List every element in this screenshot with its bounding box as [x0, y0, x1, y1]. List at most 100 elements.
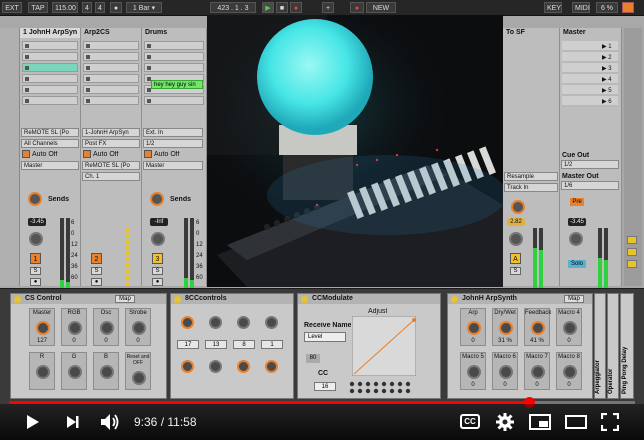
audio-from-select[interactable]: Ext. In	[143, 128, 203, 137]
track-title[interactable]: To SF	[503, 28, 559, 38]
monitor-auto-button[interactable]: Auto Off	[32, 151, 58, 158]
mixer-toggle-button[interactable]	[627, 260, 637, 268]
fullscreen-icon[interactable]	[601, 413, 619, 431]
overdub-button[interactable]: +	[322, 2, 334, 13]
preview-mix-button[interactable]: Pre	[570, 198, 584, 206]
volume-icon[interactable]	[100, 413, 120, 431]
track-title[interactable]: Arp2CS	[81, 28, 141, 38]
song-position-field[interactable]: 423 . 1 . 3	[210, 2, 256, 13]
macro-knob[interactable]	[531, 321, 545, 335]
audio-to-select[interactable]: Master	[21, 161, 79, 170]
automation-arm-button[interactable]: ●	[350, 2, 364, 13]
cue-out-select[interactable]: 1/2	[561, 160, 619, 169]
solo-button[interactable]: S	[91, 267, 102, 275]
ping-pong-delay-device[interactable]: Ping Pong Delay	[620, 293, 634, 399]
solo-button[interactable]: S	[152, 267, 163, 275]
macro-knob[interactable]	[467, 321, 481, 335]
macro-g[interactable]: G	[61, 352, 87, 390]
pan-knob[interactable]	[29, 232, 43, 246]
arm-button[interactable]: ●	[152, 278, 163, 286]
clip-slot[interactable]	[83, 85, 139, 94]
curve-graph[interactable]	[352, 316, 416, 376]
track-activator-button[interactable]: 3	[152, 253, 163, 264]
cc-number-field[interactable]: 17	[177, 340, 199, 349]
cc-knob-a[interactable]	[181, 316, 194, 329]
master-out-select[interactable]: 1/6	[561, 181, 619, 190]
midi-map-button[interactable]: MIDI	[572, 2, 590, 13]
scene-launch-button[interactable]: ▶ 3	[602, 64, 612, 75]
meter-denominator[interactable]: 4	[95, 2, 105, 13]
midi-channel-select[interactable]: All Channels	[21, 139, 79, 148]
volume-value[interactable]: -Inf	[150, 218, 168, 226]
cc-number-field[interactable]: 1	[261, 340, 283, 349]
map-button[interactable]: Map	[115, 295, 135, 303]
master-pan-knob[interactable]	[569, 232, 583, 246]
meter-numerator[interactable]: 4	[82, 2, 92, 13]
audio-from-select[interactable]: Resample	[504, 172, 558, 181]
clip-slot[interactable]	[144, 41, 204, 50]
cc-knob-e[interactable]	[181, 360, 194, 373]
midi-to-channel-select[interactable]: Ch. 1	[82, 172, 140, 181]
cc-number-field[interactable]: 8	[233, 340, 255, 349]
pan-knob[interactable]	[151, 232, 165, 246]
macro-5[interactable]: Macro 5 0	[460, 352, 486, 390]
macro-arp[interactable]: Arp 0	[460, 308, 486, 346]
macro-8[interactable]: Macro 8 0	[556, 352, 582, 390]
master-volume-value[interactable]: -3.45	[568, 218, 586, 226]
macro-strobe[interactable]: Strobe 0	[125, 308, 151, 346]
tap-tempo-button[interactable]: TAP	[28, 2, 48, 13]
io-toggle-button[interactable]	[627, 236, 637, 244]
operator-device[interactable]: Operator	[607, 293, 619, 399]
play-button[interactable]: ▶	[262, 2, 274, 13]
gear-icon[interactable]	[495, 412, 515, 432]
audio-to-select[interactable]: Master	[143, 161, 203, 170]
track-title[interactable]: 1 JohnH ArpSyn	[20, 28, 80, 38]
device-title[interactable]: CS Control	[11, 294, 166, 304]
clip-slot[interactable]	[144, 52, 204, 61]
value-box[interactable]: 80	[306, 354, 320, 363]
cc-knob-h[interactable]	[265, 360, 278, 373]
cc-number-field[interactable]: 16	[314, 382, 336, 391]
macro-knob[interactable]	[563, 321, 577, 335]
macro-knob[interactable]	[499, 321, 513, 335]
track-title[interactable]: Master	[560, 28, 621, 38]
input-channel-select[interactable]: Track In	[504, 183, 558, 192]
clip-slot[interactable]	[83, 41, 139, 50]
clip-slot[interactable]	[22, 96, 78, 105]
miniplayer-icon[interactable]	[529, 414, 551, 430]
sends-toggle-button[interactable]	[627, 248, 637, 256]
macro-knob[interactable]	[100, 321, 114, 335]
play-icon[interactable]	[26, 414, 40, 430]
macro-4[interactable]: Macro 4 0	[556, 308, 582, 346]
cc-knob-f[interactable]	[209, 360, 222, 373]
macro-7[interactable]: Macro 7 0	[524, 352, 550, 390]
macro-knob[interactable]	[531, 365, 545, 379]
macro-6[interactable]: Macro 6 0	[492, 352, 518, 390]
send-a-knob[interactable]	[150, 192, 164, 206]
arpeggiator-device[interactable]: Arpeggiator	[594, 293, 606, 399]
clip-slot[interactable]	[22, 41, 78, 50]
cc-number-field[interactable]: 13	[205, 340, 227, 349]
volume-value[interactable]: 2.82	[507, 218, 525, 226]
macro-knob[interactable]	[36, 365, 50, 379]
clip-slot[interactable]	[83, 74, 139, 83]
macro-knob[interactable]	[499, 365, 513, 379]
quantization-select[interactable]: 1 Bar ▾	[126, 2, 162, 13]
device-on-icon[interactable]	[301, 296, 308, 303]
clip-slot[interactable]	[22, 52, 78, 61]
key-map-button[interactable]: KEY	[544, 2, 562, 13]
captions-button[interactable]: CC	[460, 414, 480, 429]
midi-from-select[interactable]: ReMOTE SL (Po	[21, 128, 79, 137]
cc-knob-b[interactable]	[209, 316, 222, 329]
scene-launch-button[interactable]: ▶ 6	[602, 97, 612, 108]
monitor-in-button[interactable]	[83, 150, 91, 158]
macro-knob[interactable]	[563, 365, 577, 379]
device-title[interactable]: CCModulate	[298, 294, 440, 304]
track-activator-button[interactable]: 2	[91, 253, 102, 264]
clip-slot[interactable]	[144, 96, 204, 105]
macro-dry-wet[interactable]: Dry/Wet 31 %	[492, 308, 518, 346]
map-button[interactable]: Map	[564, 295, 584, 303]
pan-knob[interactable]	[509, 232, 523, 246]
device-title[interactable]: 8CCcontrols	[171, 294, 293, 304]
send-a-knob[interactable]	[28, 192, 42, 206]
